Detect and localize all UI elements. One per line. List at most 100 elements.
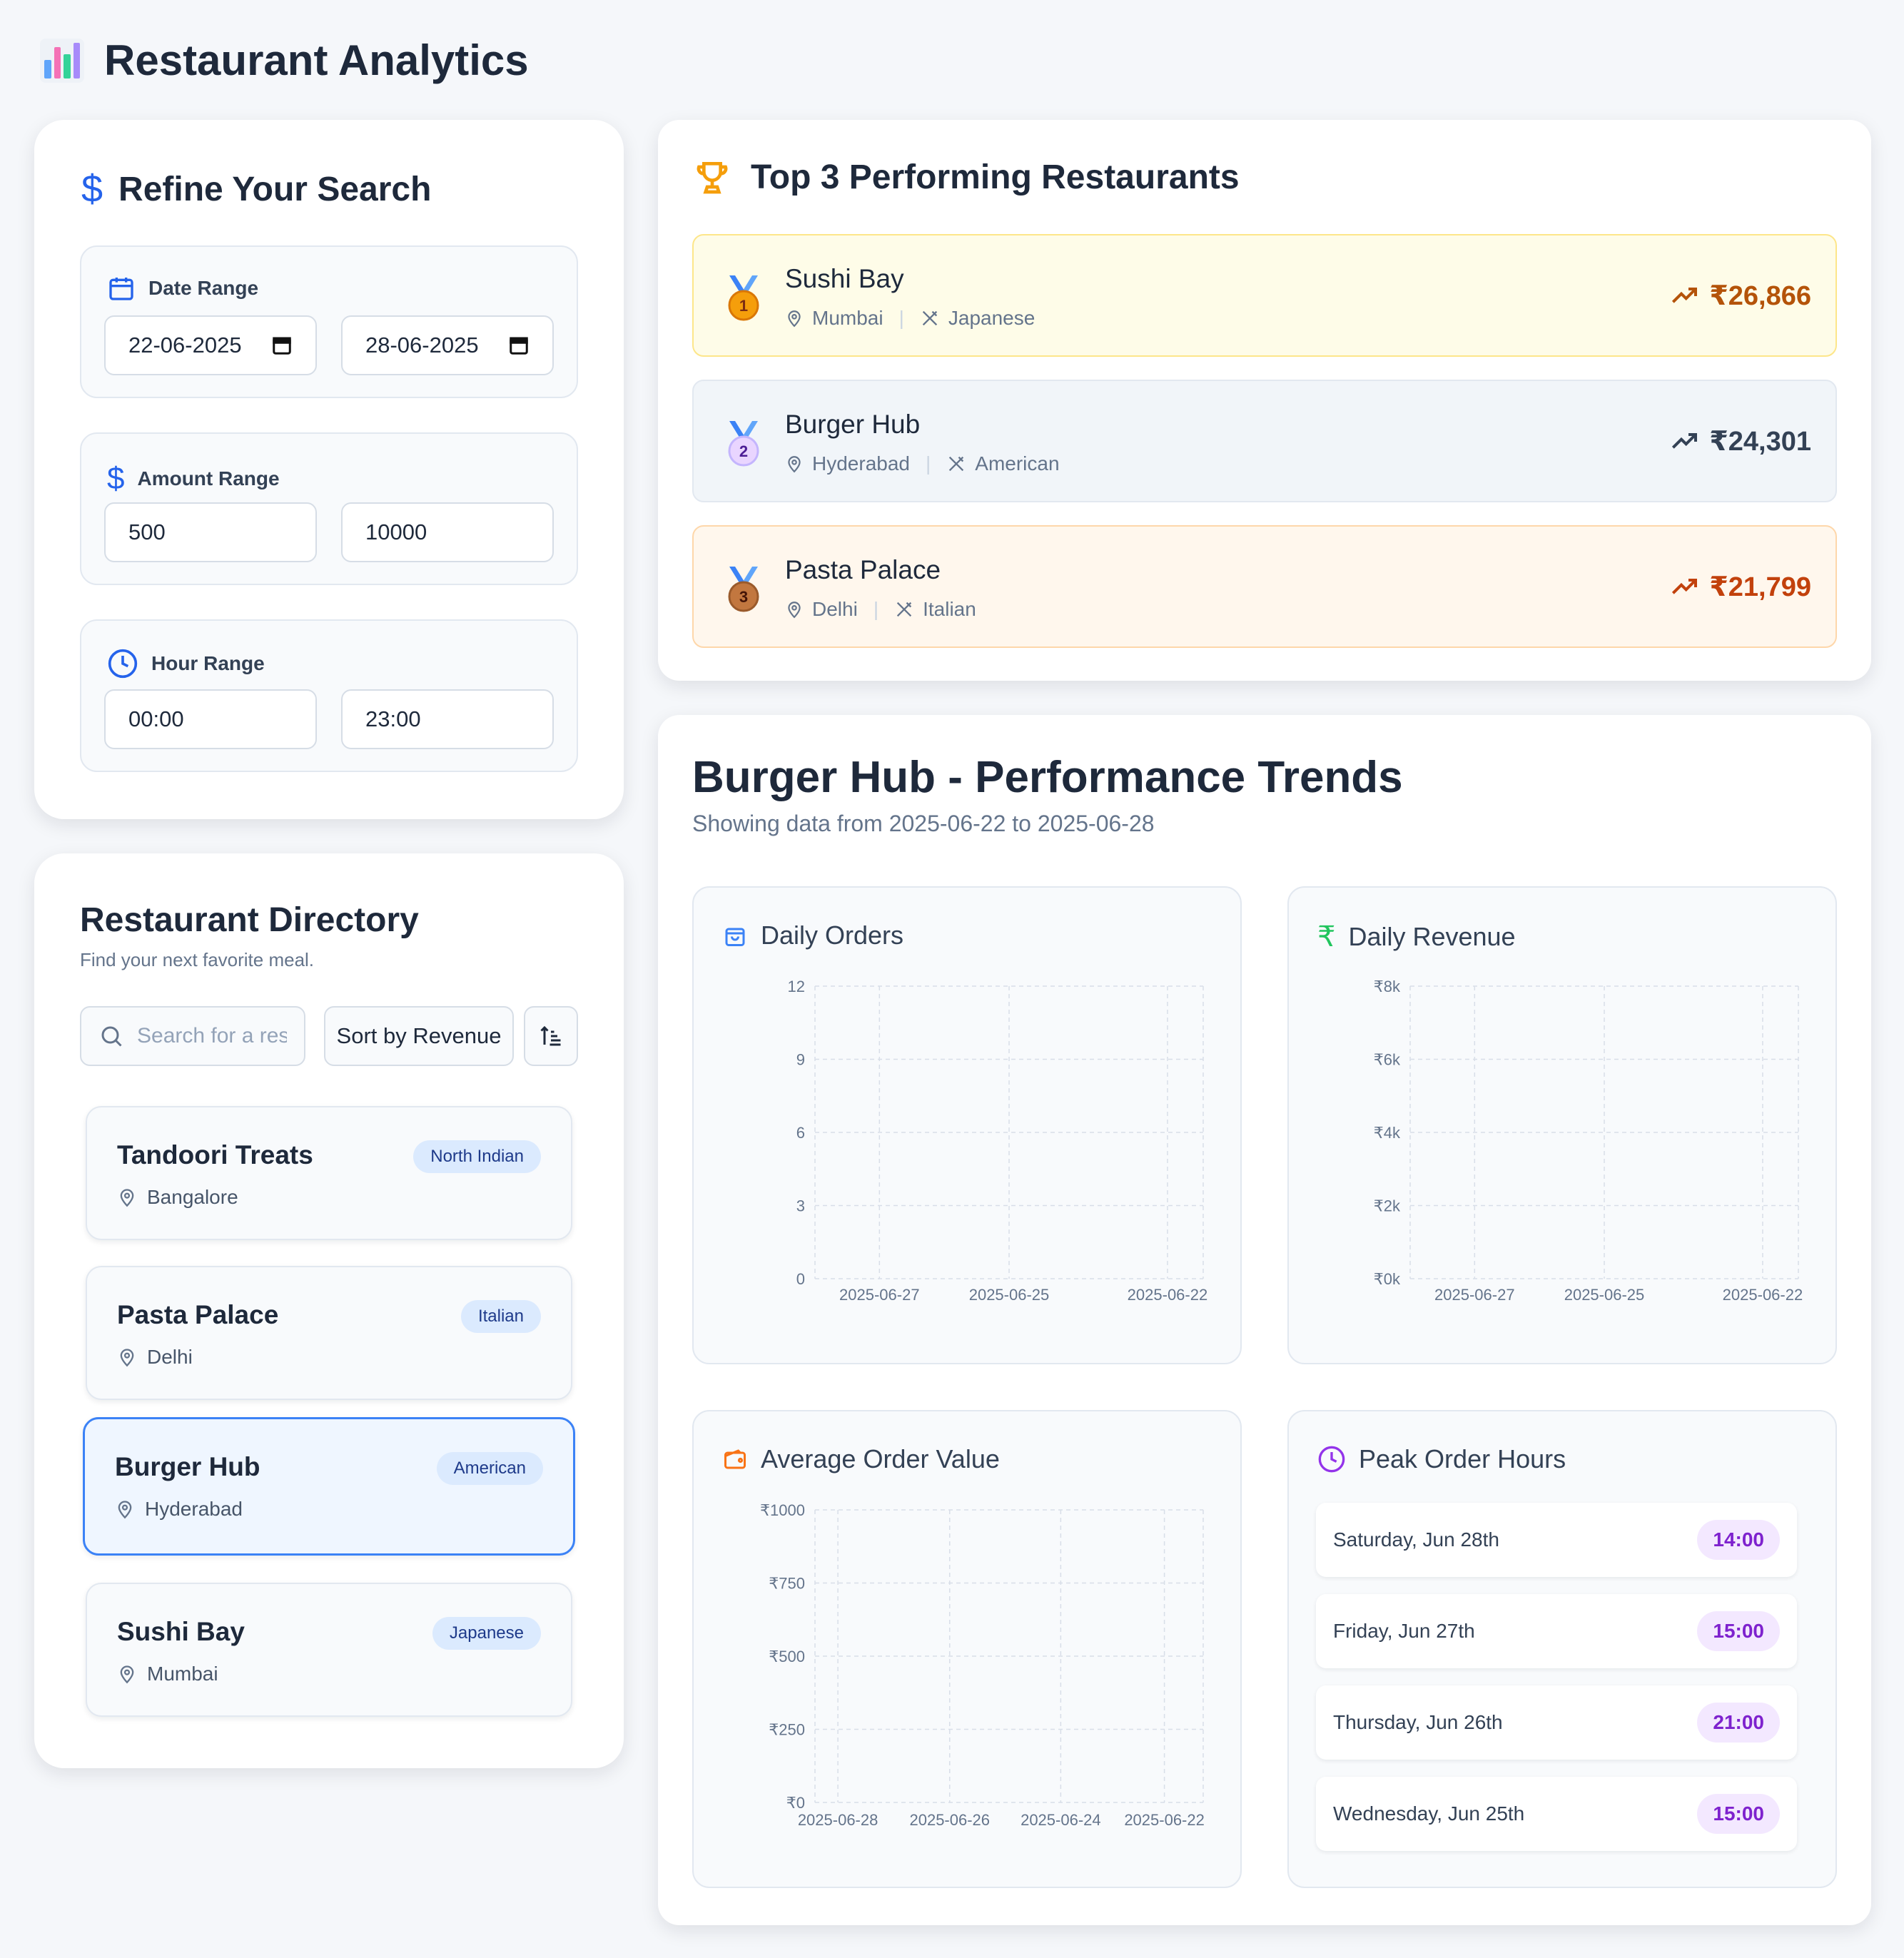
search-icon [101, 1026, 122, 1047]
top-restaurant-item[interactable]: 2 Burger Hub Hyderabad | American ₹24,30… [692, 380, 1837, 502]
gold-medal-icon: 1 [728, 275, 759, 321]
top-restaurant-item[interactable]: 3 Pasta Palace Delhi | Italian ₹21,799 [692, 525, 1837, 648]
performance-title: Burger Hub - Performance Trends [692, 753, 1403, 802]
app-header: Restaurant Analytics [40, 36, 529, 85]
peak-hour-row: Saturday, Jun 28th 14:00 [1316, 1503, 1797, 1577]
rupee-icon: ₹ [1317, 921, 1336, 953]
directory-subtitle: Find your next favorite meal. [80, 949, 315, 970]
x-tick-label: 2025-06-27 [1434, 1286, 1515, 1304]
y-tick-label: ₹0k [1374, 1270, 1401, 1288]
meta-separator: | [873, 598, 879, 620]
y-tick-label: ₹8k [1374, 978, 1401, 995]
x-tick-label: 2025-06-27 [839, 1286, 920, 1304]
trophy-icon [697, 162, 728, 194]
peak-day: Saturday, Jun 28th [1333, 1528, 1499, 1551]
amount-min-input[interactable]: 500 [104, 502, 317, 562]
top-restaurant-cuisine: American [975, 452, 1060, 475]
restaurant-location: Mumbai [147, 1663, 218, 1685]
utensils-icon [896, 602, 912, 617]
restaurant-list-item[interactable]: Sushi Bay Japanese Mumbai [86, 1583, 572, 1717]
date-to-input[interactable]: 28-06-2025 [341, 315, 554, 375]
calendar-icon [109, 278, 133, 300]
trending-up-icon [1672, 578, 1698, 594]
sort-order-button[interactable] [524, 1006, 578, 1066]
dollar-icon: $ [107, 461, 125, 496]
restaurant-directory: Restaurant Directory Find your next favo… [34, 853, 624, 1768]
hour-from-input[interactable]: 00:00 [104, 689, 317, 749]
y-tick-label: 12 [788, 978, 805, 995]
sort-select[interactable]: Sort by Revenue [324, 1006, 514, 1066]
search-box [80, 1006, 305, 1066]
bronze-medal-icon: 3 [728, 567, 759, 612]
clock-icon [108, 649, 138, 679]
cuisine-badge: North Indian [413, 1140, 541, 1173]
y-tick-label: 6 [796, 1124, 805, 1142]
hour-range-group: Hour Range 00:00 23:00 [80, 619, 578, 772]
calendar-picker-icon[interactable] [508, 335, 530, 356]
calendar-picker-icon[interactable] [271, 335, 293, 356]
x-tick-label: 2025-06-25 [969, 1286, 1050, 1304]
top-restaurants-panel: Top 3 Performing Restaurants 1 Sushi Bay… [658, 120, 1871, 681]
top-restaurant-item[interactable]: 1 Sushi Bay Mumbai | Japanese ₹26,866 [692, 234, 1837, 357]
top-restaurants-heading: Top 3 Performing Restaurants [692, 157, 1240, 197]
y-tick-label: 3 [796, 1197, 805, 1215]
y-tick-label: ₹2k [1374, 1197, 1401, 1215]
trending-up-icon [1672, 432, 1698, 449]
performance-panel: Burger Hub - Performance Trends Showing … [658, 715, 1871, 1925]
restaurant-name: Pasta Palace [117, 1300, 279, 1329]
medal-rank: 2 [739, 442, 748, 460]
peak-day: Thursday, Jun 26th [1333, 1711, 1503, 1733]
hour-range-label: Hour Range [151, 652, 265, 674]
cuisine-badge: Japanese [432, 1617, 541, 1650]
restaurant-list-item[interactable]: Tandoori Treats North Indian Bangalore [86, 1106, 572, 1240]
medal-rank: 1 [739, 297, 748, 315]
date-from-input[interactable]: 22-06-2025 [104, 315, 317, 375]
y-tick-label: ₹1000 [760, 1501, 805, 1519]
daily-revenue-chart: ₹0k ₹2k ₹4k ₹6k ₹8k 2025-06-27 2025-06-25 2025-… [1374, 978, 1803, 1304]
top-restaurant-name: Sushi Bay [785, 264, 904, 293]
filters-heading: $ Refine Your Search [81, 168, 432, 210]
restaurant-location: Delhi [147, 1346, 193, 1368]
top-restaurant-name: Burger Hub [785, 410, 921, 439]
top-restaurant-revenue: ₹21,799 [1709, 572, 1811, 602]
restaurant-list-item[interactable]: Pasta Palace Italian Delhi [86, 1266, 572, 1400]
peak-hour-row: Thursday, Jun 26th 21:00 [1316, 1685, 1797, 1760]
map-pin-icon [788, 310, 801, 328]
chart-title: Daily Revenue [1348, 922, 1516, 951]
restaurant-location: Bangalore [147, 1186, 238, 1208]
date-range-group: Date Range 22-06-2025 28-06-2025 [80, 245, 578, 398]
x-tick-label: 2025-06-22 [1723, 1286, 1803, 1304]
restaurant-name: Tandoori Treats [117, 1140, 313, 1170]
directory-title: Restaurant Directory [80, 901, 419, 939]
restaurant-list-item-selected[interactable]: Burger Hub American Hyderabad [83, 1417, 575, 1556]
peak-hour-badge: 21:00 [1697, 1703, 1780, 1743]
x-tick-label: 2025-06-25 [1564, 1286, 1645, 1304]
silver-medal-icon: 2 [728, 421, 759, 467]
x-tick-label: 2025-06-26 [909, 1811, 990, 1829]
y-tick-label: 9 [796, 1051, 805, 1069]
y-tick-label: ₹0 [786, 1794, 805, 1812]
restaurant-name: Burger Hub [115, 1452, 260, 1481]
amount-max-input[interactable]: 10000 [341, 502, 554, 562]
map-pin-icon [120, 1665, 134, 1684]
restaurant-name: Sushi Bay [117, 1617, 245, 1646]
dollar-icon: $ [81, 168, 103, 210]
y-tick-label: ₹500 [769, 1648, 805, 1665]
page-title: Restaurant Analytics [104, 36, 529, 84]
restaurant-location: Hyderabad [145, 1498, 243, 1520]
x-tick-label: 2025-06-28 [798, 1811, 878, 1829]
chart-title: Daily Orders [761, 920, 904, 950]
x-tick-label: 2025-06-22 [1124, 1811, 1205, 1829]
utensils-icon [949, 456, 964, 472]
x-tick-label: 2025-06-24 [1021, 1811, 1101, 1829]
top-restaurant-city: Hyderabad [812, 452, 910, 475]
search-input[interactable] [137, 1024, 287, 1048]
chart-title: Average Order Value [761, 1444, 1000, 1473]
sort-ascending-icon [540, 1025, 561, 1046]
y-tick-label: ₹250 [769, 1721, 805, 1739]
map-pin-icon [788, 456, 801, 473]
shopping-bag-icon [725, 928, 745, 946]
peak-hour-badge: 15:00 [1697, 1794, 1780, 1834]
bar-chart-icon [40, 38, 84, 83]
hour-to-input[interactable]: 23:00 [341, 689, 554, 749]
